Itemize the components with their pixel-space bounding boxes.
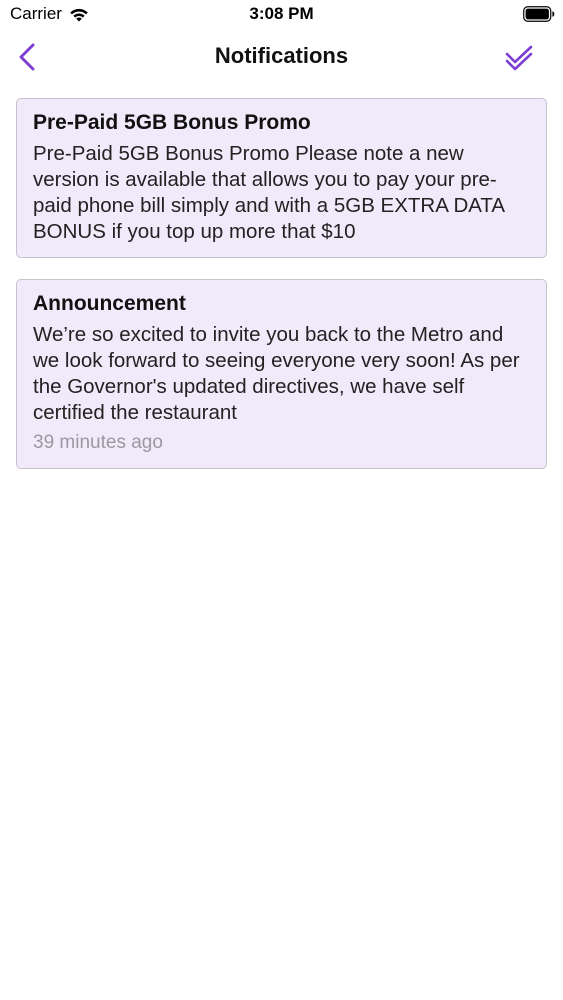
notification-title: Pre-Paid 5GB Bonus Promo: [33, 111, 311, 134]
mark-all-read-button[interactable]: [503, 42, 535, 74]
notification-body: Pre-Paid 5GB Bonus Promo Please note a n…: [33, 142, 504, 243]
notifications-screen: Carrier 3:08 PM Notifications Pre-Paid 5…: [0, 0, 563, 1000]
notification-title: Announcement: [33, 292, 186, 315]
status-bar: Carrier 3:08 PM: [0, 0, 563, 30]
notification-body: We’re so excited to invite you back to t…: [33, 323, 520, 424]
notification-card[interactable]: Announcement We’re so excited to invite …: [16, 279, 547, 469]
navigation-bar: Notifications: [0, 30, 563, 86]
page-title: Notifications: [214, 43, 349, 68]
double-check-icon: [505, 45, 533, 71]
notification-list: Pre-Paid 5GB Bonus Promo Pre-Paid 5GB Bo…: [16, 98, 547, 490]
notification-card[interactable]: Pre-Paid 5GB Bonus Promo Pre-Paid 5GB Bo…: [16, 98, 547, 258]
battery-icon: [523, 6, 555, 22]
notification-timestamp: 39 minutes ago: [33, 432, 163, 453]
status-time: 3:08 PM: [249, 4, 314, 23]
